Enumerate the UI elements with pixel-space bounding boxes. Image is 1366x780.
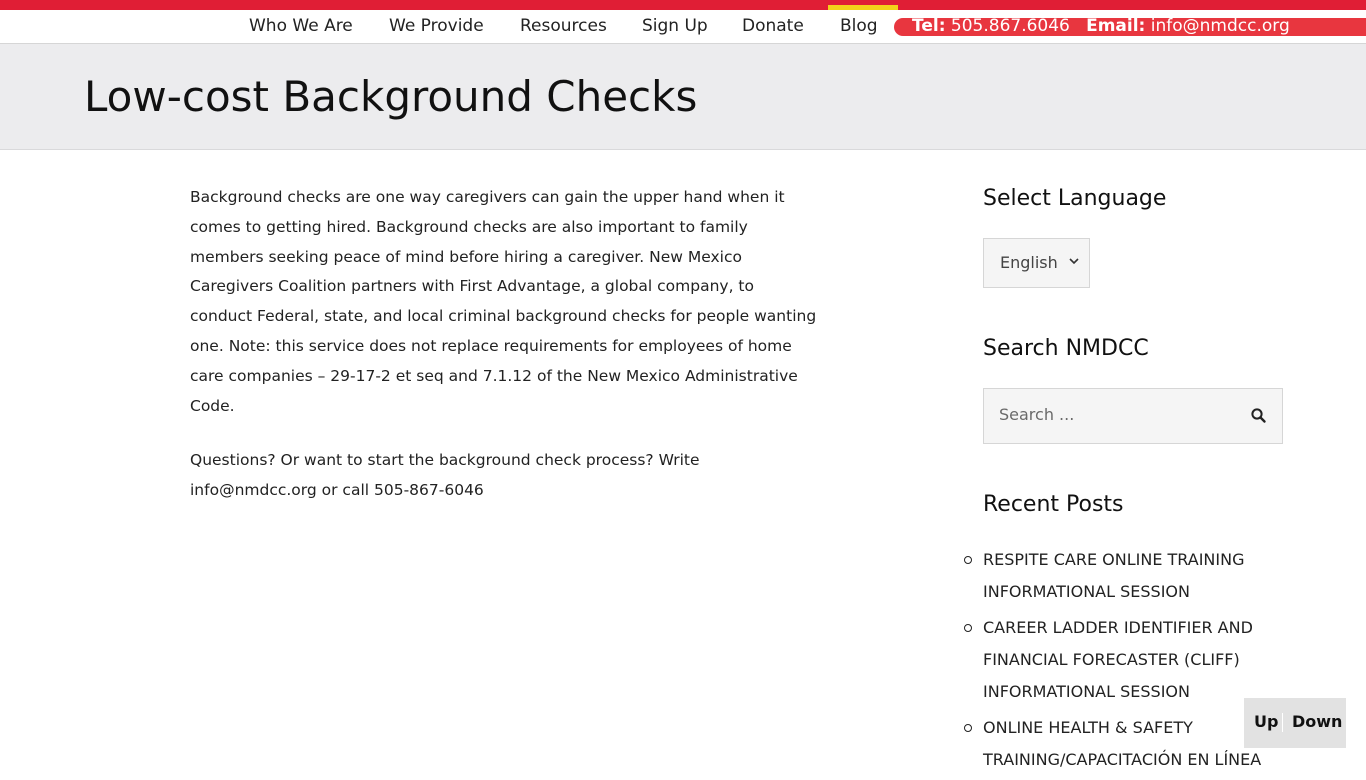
recent-posts-title: Recent Posts bbox=[983, 492, 1124, 517]
language-select[interactable]: English bbox=[983, 238, 1090, 288]
search-icon[interactable] bbox=[1250, 407, 1268, 425]
main-navigation: Who We Are We Provide Resources Sign Up … bbox=[0, 5, 1366, 44]
scroll-up-button[interactable]: Up bbox=[1254, 712, 1278, 731]
search-input[interactable]: Search ... bbox=[983, 388, 1283, 444]
tel-link[interactable]: 505.867.6046 bbox=[951, 16, 1070, 36]
search-widget-title: Search NMDCC bbox=[983, 336, 1149, 361]
scroll-divider bbox=[1282, 713, 1283, 732]
nav-donate[interactable]: Donate bbox=[742, 16, 804, 36]
article-paragraph: Background checks are one way caregivers… bbox=[190, 188, 817, 415]
recent-post-link[interactable]: RESPITE CARE ONLINE TRAINING INFORMATION… bbox=[964, 544, 1283, 608]
tel-label: Tel: bbox=[912, 16, 946, 36]
nav-who-we-are[interactable]: Who We Are bbox=[249, 16, 353, 36]
contact-info: Tel: 505.867.6046 Email: info@nmdcc.org bbox=[912, 15, 1290, 37]
contact-banner: Tel: 505.867.6046 Email: info@nmdcc.org bbox=[894, 15, 1366, 37]
nav-sign-up[interactable]: Sign Up bbox=[642, 16, 708, 36]
page-header: Low-cost Background Checks bbox=[0, 44, 1366, 150]
scroll-navigation: Up Down bbox=[1244, 698, 1346, 748]
article-content: Background checks are one way caregivers… bbox=[190, 183, 820, 531]
recent-post-link[interactable]: CAREER LADDER IDENTIFIER AND FINANCIAL F… bbox=[964, 612, 1283, 708]
language-selected-value: English bbox=[1000, 253, 1058, 272]
language-widget-title: Select Language bbox=[983, 186, 1167, 211]
recent-post-link[interactable]: ONLINE HEALTH & SAFETY TRAINING/CAPACITA… bbox=[964, 712, 1283, 776]
article-paragraph: Questions? Or want to start the backgrou… bbox=[190, 451, 700, 500]
nav-resources[interactable]: Resources bbox=[520, 16, 607, 36]
scroll-down-button[interactable]: Down bbox=[1292, 712, 1342, 731]
email-link[interactable]: info@nmdcc.org bbox=[1151, 16, 1290, 36]
nav-blog[interactable]: Blog bbox=[840, 16, 878, 36]
search-placeholder: Search ... bbox=[999, 405, 1075, 424]
nav-we-provide[interactable]: We Provide bbox=[389, 16, 484, 36]
recent-posts-list: RESPITE CARE ONLINE TRAINING INFORMATION… bbox=[964, 544, 1283, 780]
chevron-down-icon bbox=[1069, 258, 1079, 265]
email-label: Email: bbox=[1086, 16, 1146, 36]
active-nav-indicator bbox=[828, 5, 898, 10]
top-accent-bar bbox=[0, 0, 1366, 10]
page-title: Low-cost Background Checks bbox=[84, 72, 698, 121]
